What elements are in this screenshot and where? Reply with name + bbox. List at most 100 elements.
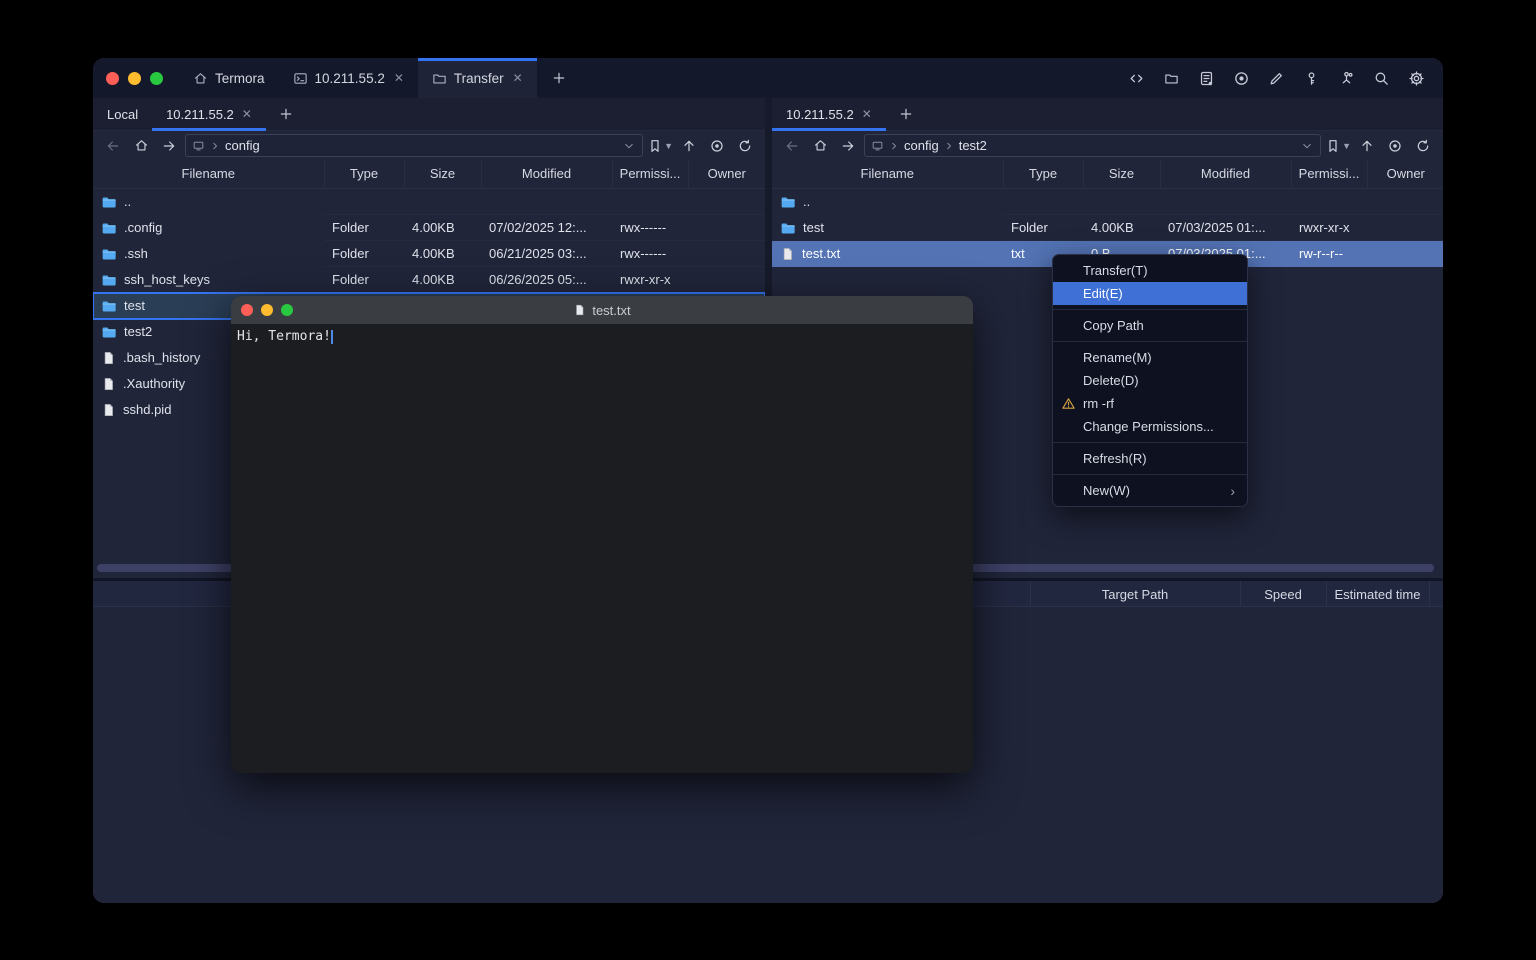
- column-header[interactable]: Filename: [93, 160, 324, 188]
- caret-down-icon: ▼: [664, 141, 673, 151]
- close-tab-icon[interactable]: ✕: [513, 71, 523, 85]
- owner-cell: [1367, 188, 1443, 215]
- search-icon[interactable]: [1368, 65, 1394, 91]
- record-icon[interactable]: [1228, 65, 1254, 91]
- menu-item-label: rm -rf: [1083, 396, 1114, 411]
- permissions-cell: rw-r--r--: [1291, 241, 1367, 267]
- bookmark-button[interactable]: ▼: [647, 138, 673, 154]
- right-path-bar[interactable]: config test2: [864, 134, 1321, 157]
- upload-icon[interactable]: [677, 135, 701, 157]
- tab-local[interactable]: Local: [93, 98, 152, 130]
- column-header[interactable]: Type: [324, 160, 404, 188]
- column-header[interactable]: Modified: [481, 160, 612, 188]
- home-icon[interactable]: [808, 135, 832, 157]
- minimize-window-button[interactable]: [128, 72, 141, 85]
- menu-item[interactable]: rm -rf: [1053, 392, 1247, 415]
- refresh-icon[interactable]: [1411, 135, 1435, 157]
- tab-termora[interactable]: Termora: [179, 58, 279, 98]
- table-row[interactable]: testFolder4.00KB07/03/2025 01:...rwxr-xr…: [772, 215, 1443, 241]
- editor-titlebar[interactable]: test.txt: [231, 296, 973, 324]
- table-row[interactable]: ..: [772, 188, 1443, 215]
- size-cell: 4.00KB: [1083, 215, 1160, 241]
- close-window-button[interactable]: [106, 72, 119, 85]
- pencil-icon[interactable]: [1263, 65, 1289, 91]
- close-tab-icon[interactable]: ✕: [394, 71, 404, 85]
- folder-icon[interactable]: [1158, 65, 1184, 91]
- forward-icon[interactable]: [157, 135, 181, 157]
- bookmark-button[interactable]: ▼: [1325, 138, 1351, 154]
- column-estimated-time[interactable]: Estimated time: [1326, 581, 1429, 607]
- tab-transfer[interactable]: Transfer ✕: [418, 58, 537, 98]
- show-hidden-icon[interactable]: [1383, 135, 1407, 157]
- table-row[interactable]: ssh_host_keysFolder4.00KB06/26/2025 05:.…: [93, 267, 765, 293]
- column-header[interactable]: Owner: [1367, 160, 1443, 188]
- menu-item[interactable]: Delete(D): [1053, 369, 1247, 392]
- key-icon[interactable]: [1298, 65, 1324, 91]
- back-icon[interactable]: [780, 135, 804, 157]
- editor-title: test.txt: [231, 303, 973, 318]
- upload-icon[interactable]: [1355, 135, 1379, 157]
- menu-item-label: Delete(D): [1083, 373, 1139, 388]
- tab-remote-host[interactable]: 10.211.55.2 ✕: [772, 98, 886, 130]
- table-row[interactable]: ..: [93, 188, 765, 215]
- menu-item-label: Copy Path: [1083, 318, 1144, 333]
- settings-icon[interactable]: [1403, 65, 1429, 91]
- menu-item[interactable]: Refresh(R): [1053, 447, 1247, 470]
- path-segment[interactable]: config: [225, 138, 260, 153]
- home-icon[interactable]: [129, 135, 153, 157]
- path-segment[interactable]: config: [904, 138, 939, 153]
- size-cell: 4.00KB: [404, 215, 481, 241]
- log-icon[interactable]: [1193, 65, 1219, 91]
- close-tab-icon[interactable]: ✕: [242, 107, 252, 121]
- bookmark-icon: [647, 138, 663, 154]
- menu-separator: [1053, 341, 1247, 342]
- show-hidden-icon[interactable]: [705, 135, 729, 157]
- column-header[interactable]: Owner: [688, 160, 765, 188]
- path-segment[interactable]: test2: [959, 138, 987, 153]
- tab-remote-host[interactable]: 10.211.55.2 ✕: [152, 98, 266, 130]
- menu-item[interactable]: Edit(E): [1053, 282, 1247, 305]
- chevron-down-icon[interactable]: [1300, 139, 1314, 153]
- filename-cell: .bash_history: [123, 350, 200, 365]
- maximize-window-button[interactable]: [150, 72, 163, 85]
- table-row[interactable]: .configFolder4.00KB07/02/2025 12:...rwx-…: [93, 215, 765, 241]
- editor-text-area[interactable]: Hi, Termora!: [231, 324, 973, 349]
- menu-item[interactable]: New(W)›: [1053, 479, 1247, 502]
- window-titlebar: Termora 10.211.55.2 ✕ Transfer ✕: [93, 58, 1443, 98]
- column-speed[interactable]: Speed: [1240, 581, 1326, 607]
- menu-item[interactable]: Transfer(T): [1053, 259, 1247, 282]
- computer-icon: [871, 139, 884, 152]
- permissions-cell: rwx------: [612, 241, 688, 267]
- filename-cell: ..: [124, 194, 131, 209]
- table-row[interactable]: .sshFolder4.00KB06/21/2025 03:...rwx----…: [93, 241, 765, 267]
- left-path-bar[interactable]: config: [185, 134, 643, 157]
- forward-icon[interactable]: [836, 135, 860, 157]
- refresh-icon[interactable]: [733, 135, 757, 157]
- titlebar-actions: [1123, 58, 1443, 98]
- column-header[interactable]: Filename: [772, 160, 1003, 188]
- new-pane-tab-button[interactable]: [266, 98, 306, 130]
- chevron-down-icon[interactable]: [622, 139, 636, 153]
- column-header[interactable]: Size: [404, 160, 481, 188]
- menu-item-label: New(W): [1083, 483, 1130, 498]
- editor-content: Hi, Termora!: [237, 329, 331, 344]
- menu-separator: [1053, 442, 1247, 443]
- back-icon[interactable]: [101, 135, 125, 157]
- menu-item[interactable]: Change Permissions...: [1053, 415, 1247, 438]
- column-target-path[interactable]: Target Path: [1030, 581, 1240, 607]
- new-pane-tab-button[interactable]: [886, 98, 926, 130]
- right-file-table: FilenameTypeSizeModifiedPermissi...Owner…: [772, 160, 1443, 267]
- file-icon: [101, 350, 116, 366]
- tab-host-session[interactable]: 10.211.55.2 ✕: [279, 58, 418, 98]
- code-icon[interactable]: [1123, 65, 1149, 91]
- keychain-icon[interactable]: [1333, 65, 1359, 91]
- column-header[interactable]: Modified: [1160, 160, 1291, 188]
- column-header[interactable]: Permissi...: [1291, 160, 1367, 188]
- new-tab-button[interactable]: [537, 58, 581, 98]
- column-header[interactable]: Size: [1083, 160, 1160, 188]
- column-header[interactable]: Permissi...: [612, 160, 688, 188]
- close-tab-icon[interactable]: ✕: [862, 107, 872, 121]
- menu-item[interactable]: Rename(M): [1053, 346, 1247, 369]
- column-header[interactable]: Type: [1003, 160, 1083, 188]
- menu-item[interactable]: Copy Path: [1053, 314, 1247, 337]
